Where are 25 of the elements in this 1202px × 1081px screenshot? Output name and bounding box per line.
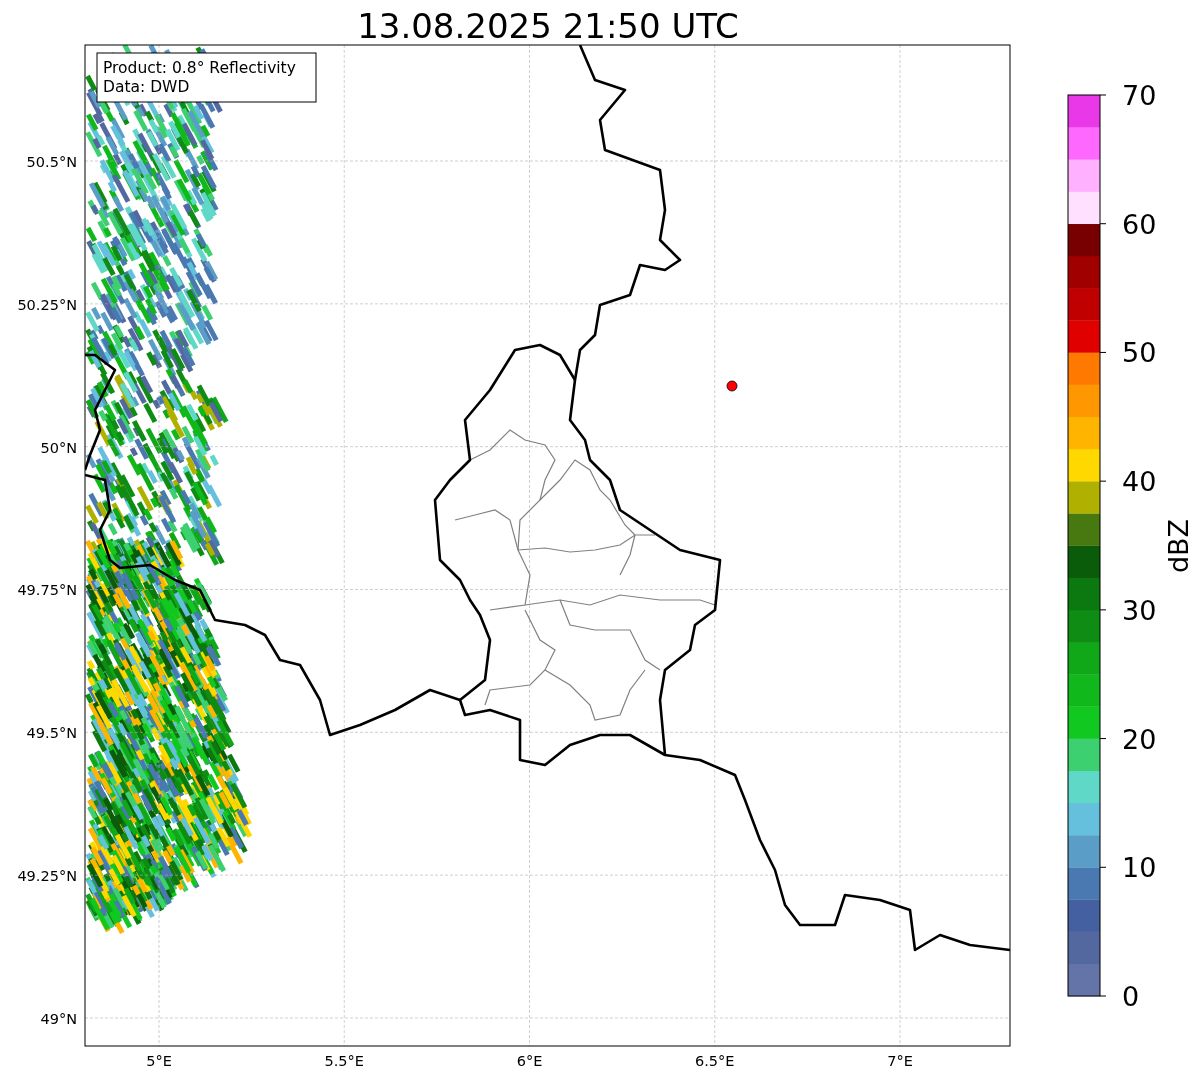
annotation-text: Product: 0.8° Reflectivity bbox=[103, 59, 296, 77]
annotation-text: Data: DWD bbox=[103, 78, 190, 96]
station-marker-icon bbox=[726, 380, 738, 392]
longitude-label: 5°E bbox=[146, 1053, 172, 1069]
longitude-label: 6°E bbox=[516, 1053, 543, 1069]
colorbar-tick-label: 70 bbox=[1122, 80, 1157, 111]
colorbar-label: dBZ bbox=[1163, 518, 1194, 574]
latitude-label: 50.5°N bbox=[26, 154, 77, 170]
colorbar-tick-label: 50 bbox=[1122, 337, 1157, 369]
chart-title: 13.08.2025 21:50 UTC bbox=[357, 6, 739, 46]
latitude-label: 50.25°N bbox=[17, 296, 77, 313]
latitude-label: 49°N bbox=[40, 1011, 77, 1027]
colorbar-tick-label: 40 bbox=[1122, 466, 1157, 498]
latitude-label: 49.75°N bbox=[17, 582, 77, 599]
longitude-label: 6.5°E bbox=[695, 1053, 735, 1069]
longitude-label: 5.5°E bbox=[324, 1053, 364, 1069]
longitude-label: 7°E bbox=[887, 1053, 913, 1069]
colorbar-tick-label: 20 bbox=[1122, 723, 1157, 755]
latitude-label: 49.5°N bbox=[26, 725, 77, 742]
colorbar-tick-label: 0 bbox=[1122, 981, 1140, 1012]
colorbar-tick-label: 30 bbox=[1122, 594, 1157, 626]
latitude-label: 50°N bbox=[40, 439, 77, 456]
colorbar-tick-label: 60 bbox=[1122, 208, 1157, 240]
latitude-label: 49.25°N bbox=[17, 868, 77, 885]
colorbar-tick-label: 10 bbox=[1122, 852, 1157, 884]
